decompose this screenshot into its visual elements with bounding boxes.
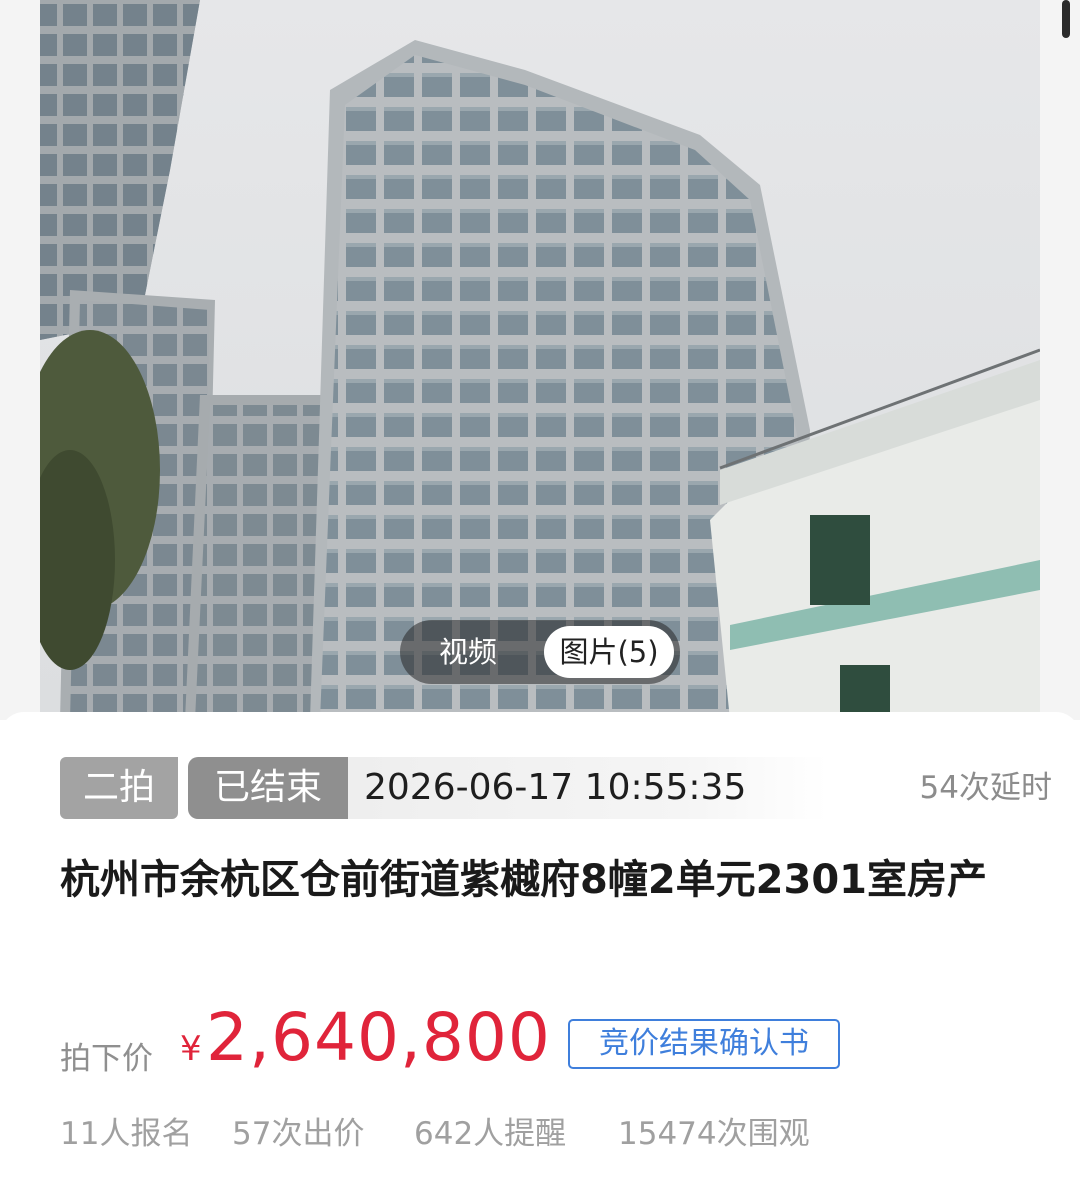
status-row: 二拍 已结束 2026-06-17 10:55:35 54次延时 xyxy=(60,757,1060,819)
view-count: 15474次围观 xyxy=(618,1116,810,1152)
round-badge: 二拍 xyxy=(60,757,178,819)
bid-count: 57次出价 xyxy=(232,1116,365,1152)
property-photo[interactable]: 视频 图片(5) xyxy=(0,0,1080,720)
bid-result-confirmation-button[interactable]: 竞价结果确认书 xyxy=(568,1019,840,1069)
property-title: 杭州市余杭区仓前街道紫樾府8幢2单元2301室房产 xyxy=(60,857,987,903)
price-row: 拍下价 ¥ 2,640,800 竞价结果确认书 xyxy=(60,999,1060,1087)
media-switch: 视频 图片(5) xyxy=(400,620,680,684)
reminder-count: 642人提醒 xyxy=(414,1116,567,1152)
currency-symbol: ¥ xyxy=(180,1029,202,1069)
photo-right-margin xyxy=(1040,0,1080,720)
extension-count: 54次延时 xyxy=(919,770,1052,806)
status-badge: 已结束 xyxy=(188,757,348,819)
final-price: 2,640,800 xyxy=(206,999,551,1076)
signup-count: 11人报名 xyxy=(60,1116,193,1152)
building-photo-icon xyxy=(0,0,1080,720)
auction-info-panel: 二拍 已结束 2026-06-17 10:55:35 54次延时 杭州市余杭区仓… xyxy=(0,712,1080,1179)
photo-left-margin xyxy=(0,0,40,720)
tab-images[interactable]: 图片(5) xyxy=(544,626,674,678)
end-time: 2026-06-17 10:55:35 xyxy=(348,757,828,819)
scrollbar[interactable] xyxy=(1062,0,1070,38)
stats-row: 11人报名 57次出价 642人提醒 15474次围观 xyxy=(60,1112,1060,1156)
tab-video[interactable]: 视频 xyxy=(418,620,518,684)
price-label: 拍下价 xyxy=(60,1041,153,1077)
